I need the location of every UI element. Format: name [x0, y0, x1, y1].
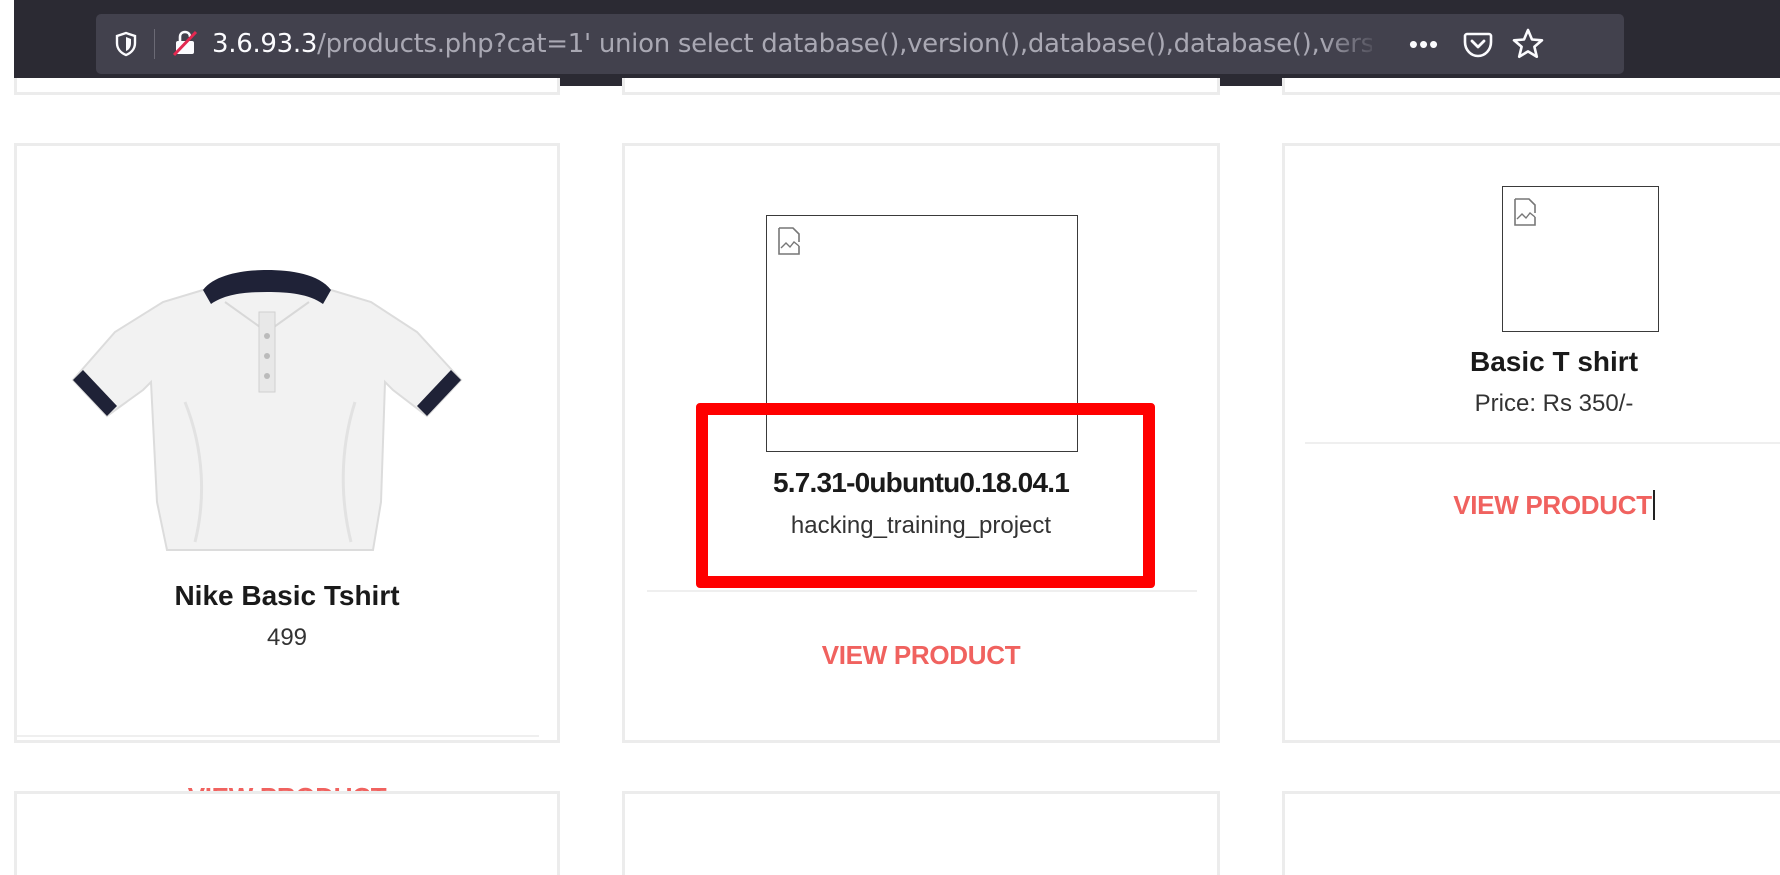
product-card-next [622, 791, 1220, 875]
card-divider [17, 735, 539, 737]
product-name: Nike Basic Tshirt [174, 580, 400, 611]
url-fade [1322, 24, 1382, 64]
view-product-link[interactable]: VIEW PRODUCT [625, 640, 1217, 671]
product-price: Price: Rs 350/- [1474, 390, 1634, 417]
product-image [71, 270, 463, 551]
url-text[interactable]: 3.6.93.3/products.php?cat=1' union selec… [212, 28, 1372, 60]
view-product-label: VIEW PRODUCT [1453, 490, 1652, 520]
page-actions-menu[interactable]: ••• [1400, 27, 1448, 61]
product-card-next [1282, 791, 1780, 875]
product-card-next [14, 791, 560, 875]
product-price: 499 [266, 624, 308, 651]
annotation-highlight-box [696, 403, 1155, 588]
star-icon[interactable] [1510, 26, 1546, 62]
url-path: /products.php?cat=1' union select databa… [317, 29, 1372, 59]
toolbar-edge [0, 0, 14, 86]
urlbar-divider [154, 29, 155, 59]
url-host: 3.6.93.3 [212, 29, 318, 59]
broken-lock-icon[interactable] [170, 28, 200, 58]
card-divider [647, 590, 1197, 592]
broken-image-icon [778, 227, 800, 255]
browser-window: 3.6.93.3/products.php?cat=1' union selec… [0, 0, 1780, 875]
browser-toolbar: 3.6.93.3/products.php?cat=1' union selec… [0, 0, 1780, 86]
view-product-link[interactable]: VIEW PRODUCT [1297, 490, 1780, 521]
product-card-prev-1 [14, 78, 560, 95]
pocket-icon[interactable] [1460, 26, 1496, 62]
address-bar[interactable]: 3.6.93.3/products.php?cat=1' union selec… [96, 14, 1624, 74]
product-card[interactable]: Nike Basic Tshirt 499 [14, 143, 560, 743]
product-name: Basic T shirt [1469, 346, 1639, 377]
broken-image [1502, 186, 1659, 332]
card-divider [1305, 442, 1780, 444]
text-cursor [1652, 490, 1655, 520]
broken-image-icon [1514, 198, 1536, 226]
product-card[interactable]: Basic T shirt Price: Rs 350/- VIEW PRODU… [1282, 143, 1780, 743]
product-card-prev-2 [622, 78, 1220, 95]
product-card-prev-3 [1282, 78, 1780, 95]
shield-icon[interactable] [112, 30, 140, 58]
